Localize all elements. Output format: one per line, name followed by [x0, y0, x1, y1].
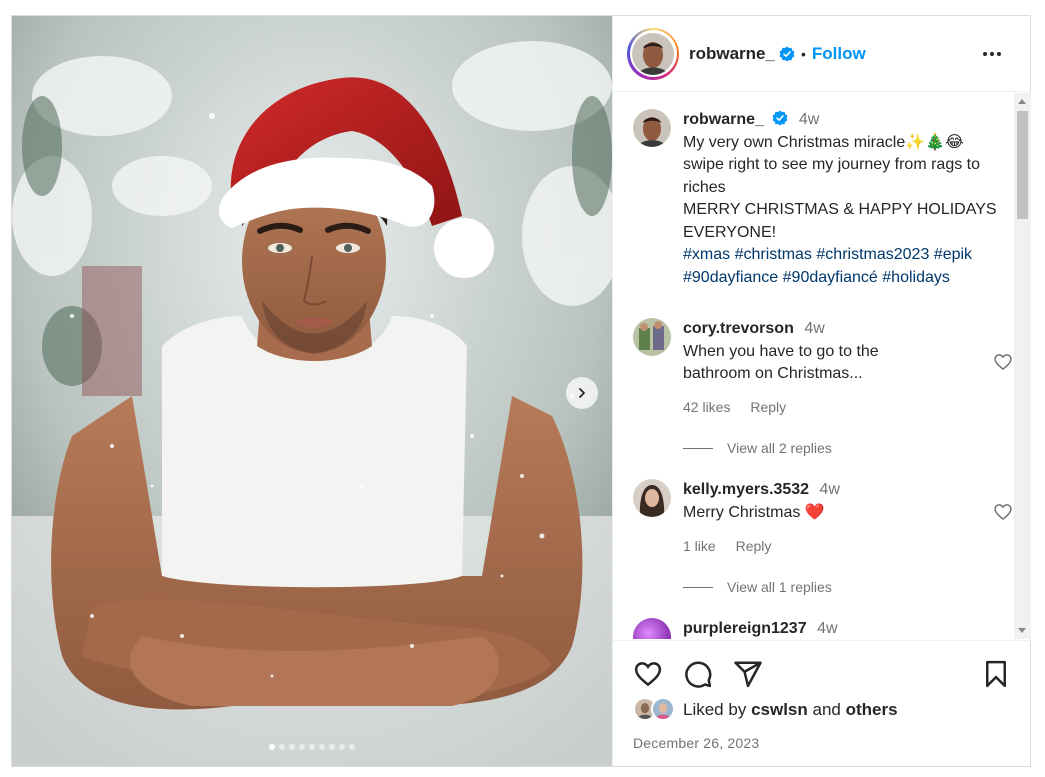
comments-scroll-area[interactable]: robwarne_ 4w My very own Christmas mirac…: [613, 93, 1031, 639]
view-replies-button[interactable]: View all 2 replies: [683, 440, 832, 456]
post-actions: Liked by cswlsn and others December 26, …: [613, 640, 1031, 766]
carousel-dot: [269, 744, 275, 750]
carousel-dot: [329, 744, 335, 750]
hashtag-link[interactable]: #christmas2023: [816, 246, 929, 263]
comment-time[interactable]: 4w: [817, 620, 837, 637]
post-side-panel: robwarne_ • Follow robwarne_ 4w My very …: [612, 16, 1031, 766]
like-comment-heart-icon[interactable]: [993, 502, 1013, 522]
liked-by-and: and: [812, 700, 841, 719]
comment-time[interactable]: 4w: [819, 481, 839, 498]
avatar[interactable]: [633, 618, 671, 639]
verified-badge-icon: [779, 46, 795, 61]
post-caption: robwarne_ 4w My very own Christmas mirac…: [633, 109, 1013, 299]
avatar: [632, 32, 674, 75]
hashtag-link[interactable]: #90dayfiancé: [783, 269, 878, 286]
view-replies-label: View all 1 replies: [727, 579, 832, 595]
view-replies-button[interactable]: View all 1 replies: [683, 579, 832, 595]
follow-button[interactable]: Follow: [812, 44, 866, 64]
reply-button[interactable]: Reply: [750, 399, 786, 415]
like-comment-heart-icon[interactable]: [993, 352, 1013, 372]
liked-by-user[interactable]: cswlsn: [751, 700, 808, 720]
comment-bubble-icon[interactable]: [683, 659, 713, 689]
next-slide-button[interactable]: [566, 377, 598, 409]
reply-button[interactable]: Reply: [736, 538, 772, 554]
carousel-dot: [289, 744, 295, 750]
comment-likes[interactable]: 1 like: [683, 538, 716, 554]
caption-line-3: MERRY CHRISTMAS & HAPPY HOLIDAYS EVERYON…: [683, 201, 997, 241]
liked-by-prefix: Liked by: [683, 700, 747, 719]
scrollbar-thumb[interactable]: [1017, 111, 1028, 219]
view-replies-label: View all 2 replies: [727, 440, 832, 456]
carousel-dot: [279, 744, 285, 750]
hashtag-link[interactable]: #epik: [934, 246, 972, 263]
post-date[interactable]: December 26, 2023: [633, 735, 759, 751]
comment-meta: 42 likes Reply: [683, 399, 802, 415]
liked-by-others[interactable]: others: [846, 700, 898, 720]
liked-avatars[interactable]: [633, 697, 679, 723]
hashtag-link[interactable]: #holidays: [882, 269, 950, 286]
more-options-icon[interactable]: [983, 44, 1007, 64]
post-header: robwarne_ • Follow: [613, 16, 1031, 92]
post-dialog: robwarne_ • Follow robwarne_ 4w My very …: [11, 15, 1031, 767]
comment-likes[interactable]: 42 likes: [683, 399, 730, 415]
liked-by: Liked by cswlsn and others: [633, 697, 898, 723]
caption-line-1: My very own Christmas miracle✨🎄😂: [683, 133, 964, 151]
carousel-dot: [349, 744, 355, 750]
share-send-icon[interactable]: [733, 659, 763, 689]
scroll-down-arrow-icon[interactable]: [1018, 628, 1026, 633]
verified-badge-icon: [772, 110, 788, 126]
comment-text: Merry Christmas ❤️: [683, 503, 825, 521]
save-bookmark-icon[interactable]: [981, 659, 1011, 689]
comment-time[interactable]: 4w: [804, 320, 824, 337]
chevron-right-icon: [579, 388, 585, 398]
post-photo: [12, 16, 612, 766]
hashtag-link[interactable]: #xmas: [683, 246, 730, 263]
avatar[interactable]: [633, 318, 671, 356]
post-media[interactable]: [12, 16, 612, 766]
carousel-dot: [339, 744, 345, 750]
carousel-indicator: [12, 744, 612, 750]
header-separator: •: [800, 45, 806, 62]
story-ring[interactable]: [627, 27, 679, 80]
caption-hashtags: #xmas #christmas #christmas2023 #epik #9…: [683, 244, 1003, 289]
caption-time[interactable]: 4w: [799, 111, 819, 128]
comment-item: cory.trevorson 4w When you have to go to…: [633, 318, 1013, 458]
comment-meta: 1 like Reply: [683, 538, 787, 554]
comment-username[interactable]: cory.trevorson: [683, 320, 794, 337]
avatar[interactable]: [633, 479, 671, 517]
hashtag-link[interactable]: #90dayfiance: [683, 269, 778, 286]
carousel-dot: [319, 744, 325, 750]
comment-username[interactable]: purplereign1237: [683, 620, 807, 637]
comment-item: kelly.myers.3532 4w Merry Christmas ❤️ 1…: [633, 479, 1013, 599]
comment-item: purplereign1237 4w: [633, 618, 1013, 639]
comment-username[interactable]: kelly.myers.3532: [683, 481, 809, 498]
avatar: [651, 697, 675, 721]
post-author-username[interactable]: robwarne_: [689, 44, 775, 64]
like-heart-icon[interactable]: [633, 659, 663, 689]
scrollbar[interactable]: [1014, 93, 1031, 639]
avatar[interactable]: [633, 109, 671, 147]
caption-line-2: swipe right to see my journey from rags …: [683, 156, 981, 196]
carousel-dot: [299, 744, 305, 750]
scroll-up-arrow-icon[interactable]: [1018, 99, 1026, 104]
carousel-dot: [309, 744, 315, 750]
comment-text: When you have to go to the bathroom on C…: [683, 342, 879, 383]
hashtag-link[interactable]: #christmas: [735, 246, 812, 263]
caption-username[interactable]: robwarne_: [683, 111, 764, 128]
